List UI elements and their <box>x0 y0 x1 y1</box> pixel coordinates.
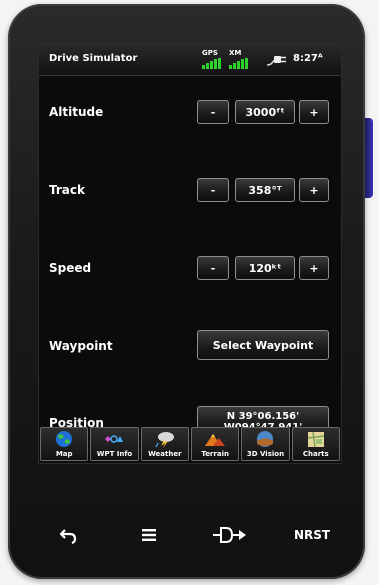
globe-icon <box>56 431 73 447</box>
terrain-app-label: Terrain <box>201 450 229 458</box>
3d-vision-icon <box>257 431 274 447</box>
latitude-value: N 39°06.156' <box>226 411 300 422</box>
nrst-button[interactable]: NRST <box>290 520 334 550</box>
menu-button[interactable] <box>134 520 164 550</box>
waypoint-info-icon <box>105 435 124 443</box>
speed-increase-button[interactable]: + <box>299 256 329 280</box>
track-value-button[interactable]: 358°ᵀ <box>235 178 295 202</box>
speed-label: Speed <box>49 261 92 275</box>
weather-app-button[interactable]: Weather <box>140 427 189 461</box>
terrain-app-button[interactable]: Terrain <box>190 427 240 461</box>
xm-label: XM <box>229 49 242 57</box>
speed-decrease-button[interactable]: - <box>197 256 229 280</box>
track-label: Track <box>49 183 85 197</box>
xm-signal-icon: XM <box>229 49 257 69</box>
bottom-navigation: NRST <box>38 520 340 550</box>
map-app-label: Map <box>55 450 73 458</box>
wpt-info-app-label: WPT Info <box>96 450 133 458</box>
wpt-info-app-button[interactable]: WPT Info <box>90 427 139 461</box>
gps-signal-icon: GPS <box>202 49 228 69</box>
3d-vision-app-button[interactable]: 3D Vision <box>241 427 290 461</box>
weather-app-label: Weather <box>148 450 182 458</box>
screen: Drive Simulator GPS XM 8:27ᴬ Altitude - … <box>38 42 342 464</box>
weather-icon <box>155 432 174 448</box>
status-bar: Drive Simulator GPS XM 8:27ᴬ <box>39 43 341 76</box>
select-waypoint-button[interactable]: Select Waypoint <box>197 330 329 360</box>
charts-app-button[interactable]: Charts <box>291 427 340 461</box>
back-icon <box>59 529 77 544</box>
altitude-decrease-button[interactable]: - <box>197 100 229 124</box>
track-increase-button[interactable]: + <box>299 178 329 202</box>
side-button[interactable] <box>365 118 373 198</box>
speed-value-button[interactable]: 120ᵏᵗ <box>235 256 295 280</box>
gps-label: GPS <box>202 49 218 57</box>
page-title: Drive Simulator <box>49 53 138 64</box>
power-plug-icon <box>266 56 286 66</box>
terrain-icon <box>205 434 226 446</box>
waypoint-label: Waypoint <box>49 339 113 353</box>
charts-app-label: Charts <box>302 450 329 458</box>
altitude-label: Altitude <box>49 105 104 119</box>
track-decrease-button[interactable]: - <box>197 178 229 202</box>
3d-vision-app-label: 3D Vision <box>246 450 285 458</box>
charts-icon <box>307 431 324 448</box>
direct-to-icon <box>213 527 246 543</box>
map-app-button[interactable]: Map <box>40 427 89 461</box>
altitude-increase-button[interactable]: + <box>299 100 329 124</box>
direct-to-button[interactable] <box>208 520 252 550</box>
clock: 8:27ᴬ <box>293 53 323 64</box>
back-button[interactable] <box>54 520 84 550</box>
app-bar: Map WPT Info Weather Terrain 3D Vision C… <box>39 427 341 463</box>
menu-icon <box>142 529 156 541</box>
altitude-value-button[interactable]: 3000ᶠᵗ <box>235 100 295 124</box>
